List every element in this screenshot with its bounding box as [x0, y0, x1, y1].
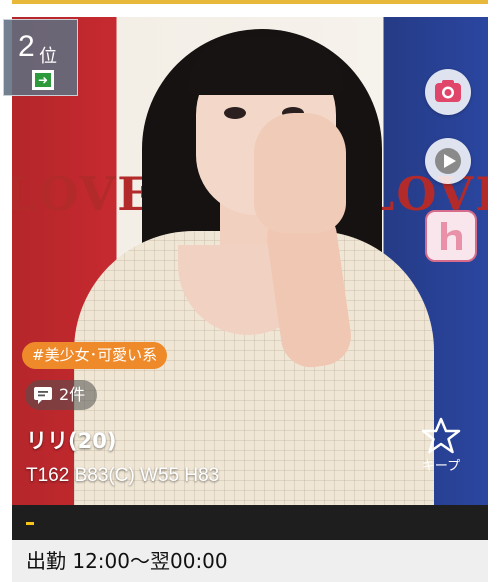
h-logo-icon — [441, 222, 462, 250]
h-logo-button[interactable] — [425, 210, 477, 262]
star-outline-icon — [421, 417, 461, 454]
status-dash — [26, 522, 34, 525]
comment-count-badge[interactable]: 2件 — [25, 380, 98, 410]
keep-button[interactable]: キープ — [415, 417, 467, 477]
profile-measurements: T162 B83(C) W55 H83 — [26, 465, 220, 486]
rank-number: 2 — [18, 30, 35, 63]
profile-name[interactable]: リリ(20) — [26, 425, 116, 455]
camera-button[interactable] — [425, 69, 471, 115]
profile-card[interactable]: LOVE LOVE キープ — [12, 17, 488, 582]
keep-label: キープ — [421, 459, 461, 474]
top-accent-bar — [12, 0, 488, 4]
rank-badge: 2 位 ➜ — [3, 19, 78, 96]
comment-count: 2件 — [59, 385, 86, 404]
video-play-button[interactable] — [425, 138, 471, 184]
play-icon — [435, 148, 461, 174]
backdrop-logo-left: LOVE — [12, 167, 155, 221]
arrow-right-icon: ➜ — [32, 70, 54, 90]
camera-icon — [435, 80, 461, 102]
rank-suffix: 位 — [39, 46, 57, 67]
status-band — [12, 505, 488, 540]
work-schedule: 出勤 12:00～翌00:00 — [12, 540, 488, 582]
comment-icon — [34, 387, 52, 404]
style-tag[interactable]: #美少女･可愛い系 — [22, 342, 168, 369]
